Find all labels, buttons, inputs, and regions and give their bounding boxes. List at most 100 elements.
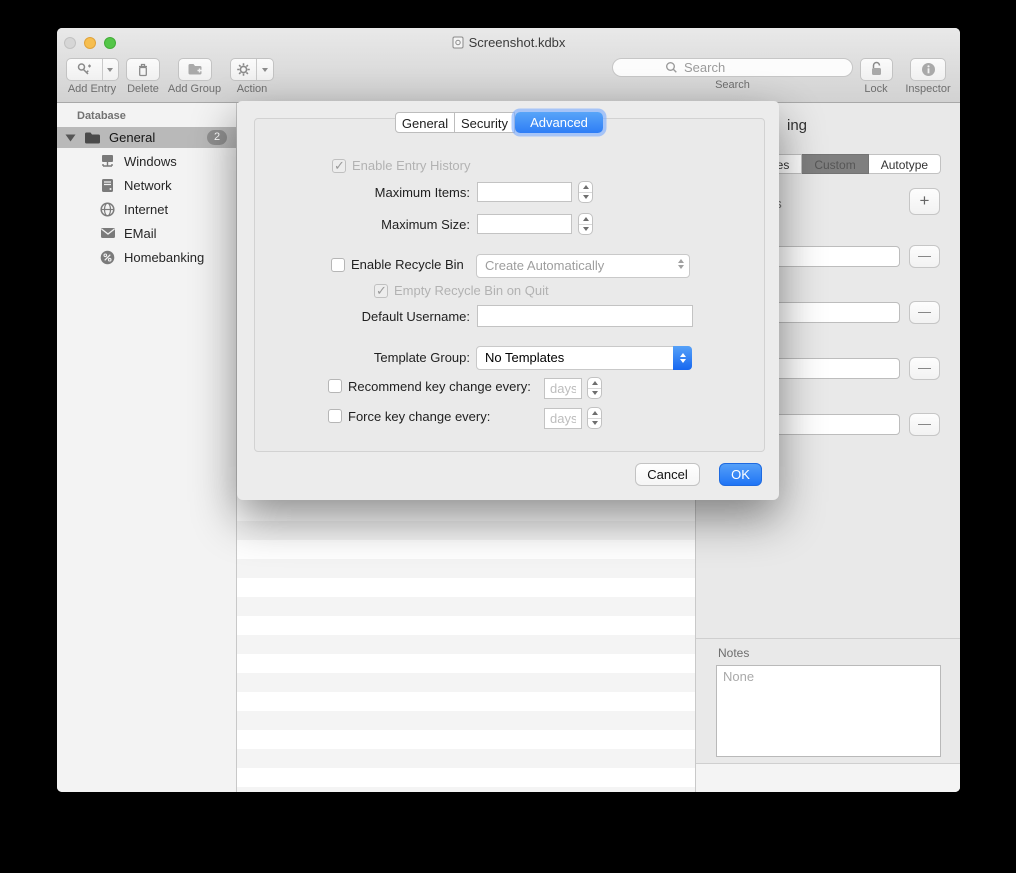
recommend-key-change-label: Recommend key change every: bbox=[348, 379, 531, 394]
template-group-popup[interactable]: No Templates bbox=[476, 346, 692, 370]
cancel-button[interactable]: Cancel bbox=[635, 463, 700, 486]
maximum-items-stepper[interactable] bbox=[578, 181, 593, 203]
tab-general[interactable]: General bbox=[395, 112, 455, 133]
maximum-items-label: Maximum Items: bbox=[297, 185, 470, 200]
sidebar-item-label: Internet bbox=[124, 202, 168, 217]
add-entry-label: Add Entry bbox=[63, 83, 121, 95]
notes-label: Notes bbox=[718, 646, 749, 660]
lock-button[interactable] bbox=[860, 58, 893, 81]
stepper-down-icon[interactable] bbox=[579, 224, 592, 234]
enable-recycle-bin-checkbox[interactable] bbox=[331, 258, 345, 272]
stepper-down-icon[interactable] bbox=[579, 192, 592, 202]
inspector-label: Inspector bbox=[904, 83, 952, 95]
remove-custom-field-button[interactable]: — bbox=[909, 245, 940, 268]
recommend-key-change-checkbox[interactable] bbox=[328, 379, 342, 393]
template-group-value: No Templates bbox=[485, 350, 564, 365]
maximum-items-input[interactable] bbox=[477, 182, 572, 202]
lock-toolbar-item: Lock bbox=[858, 58, 894, 95]
key-plus-icon bbox=[67, 59, 102, 80]
sidebar-item-label: EMail bbox=[124, 226, 157, 241]
add-entry-button[interactable] bbox=[66, 58, 119, 81]
sidebar-item-internet[interactable]: Internet bbox=[57, 197, 236, 221]
add-entry-dropdown[interactable] bbox=[102, 59, 118, 80]
popup-chevrons-icon bbox=[673, 346, 692, 370]
trash-icon bbox=[136, 62, 150, 77]
force-key-change-stepper[interactable] bbox=[587, 407, 602, 429]
action-toolbar-item: Action bbox=[229, 58, 275, 95]
recycle-bin-mode-value: Create Automatically bbox=[485, 258, 604, 273]
gear-icon bbox=[231, 59, 256, 80]
force-key-change-checkbox[interactable] bbox=[328, 409, 342, 423]
default-username-label: Default Username: bbox=[297, 309, 470, 324]
notes-divider bbox=[696, 638, 960, 639]
search-field[interactable] bbox=[612, 58, 853, 77]
sidebar: Database General 2 Windows Network bbox=[57, 103, 237, 792]
default-username-input[interactable] bbox=[477, 305, 693, 327]
sidebar-item-network[interactable]: Network bbox=[57, 173, 236, 197]
app-window: Screenshot.kdbx Add Entry Delete bbox=[57, 28, 960, 792]
search-toolbar-item: Search bbox=[612, 58, 853, 91]
tab-advanced[interactable]: Advanced bbox=[515, 112, 603, 133]
empty-recycle-bin-label: Empty Recycle Bin on Quit bbox=[394, 283, 549, 298]
add-group-label: Add Group bbox=[166, 83, 223, 95]
sidebar-item-label: Network bbox=[124, 178, 172, 193]
window-chrome: Screenshot.kdbx Add Entry Delete bbox=[57, 28, 960, 103]
ok-button[interactable]: OK bbox=[719, 463, 762, 486]
search-input[interactable] bbox=[682, 59, 846, 76]
search-label: Search bbox=[612, 79, 853, 91]
delete-label: Delete bbox=[123, 83, 163, 95]
enable-entry-history-checkbox[interactable] bbox=[332, 159, 346, 173]
server-icon bbox=[99, 178, 116, 193]
action-dropdown[interactable] bbox=[256, 59, 273, 80]
remove-custom-field-button[interactable]: — bbox=[909, 301, 940, 324]
recycle-bin-mode-popup[interactable]: Create Automatically bbox=[476, 254, 690, 278]
add-custom-field-button[interactable]: + bbox=[909, 188, 940, 215]
info-icon bbox=[921, 62, 936, 77]
recommend-key-change-days-input[interactable] bbox=[544, 378, 582, 399]
disclosure-triangle-icon[interactable] bbox=[66, 134, 76, 141]
sidebar-item-windows[interactable]: Windows bbox=[57, 149, 236, 173]
sidebar-item-email[interactable]: EMail bbox=[57, 221, 236, 245]
entry-list-stripes bbox=[237, 502, 695, 792]
stepper-down-icon[interactable] bbox=[588, 418, 601, 428]
document-icon bbox=[452, 36, 464, 49]
globe-icon bbox=[99, 202, 116, 217]
remove-custom-field-button[interactable]: — bbox=[909, 413, 940, 436]
folder-plus-icon bbox=[187, 62, 203, 76]
remove-custom-field-button[interactable]: — bbox=[909, 357, 940, 380]
add-entry-toolbar-item: Add Entry bbox=[63, 58, 121, 95]
percent-icon bbox=[99, 250, 116, 265]
add-group-toolbar-item: Add Group bbox=[166, 58, 223, 95]
inspector-footer bbox=[696, 763, 960, 792]
tab-security[interactable]: Security bbox=[455, 112, 515, 133]
maximum-size-input[interactable] bbox=[477, 214, 572, 234]
sidebar-item-general[interactable]: General 2 bbox=[57, 127, 236, 148]
settings-tabs: General Security Advanced bbox=[395, 112, 603, 133]
action-button[interactable] bbox=[230, 58, 274, 81]
inspector-title-fragment: ing bbox=[787, 117, 807, 134]
force-key-change-days-input[interactable] bbox=[544, 408, 582, 429]
sidebar-item-homebanking[interactable]: Homebanking bbox=[57, 245, 236, 269]
entry-count-badge: 2 bbox=[207, 130, 227, 145]
windows-network-icon bbox=[99, 154, 116, 168]
envelope-icon bbox=[99, 227, 116, 239]
enable-entry-history-label: Enable Entry History bbox=[352, 158, 471, 173]
inspector-button[interactable] bbox=[910, 58, 946, 81]
tab-custom[interactable]: Custom bbox=[802, 154, 868, 174]
notes-textarea[interactable] bbox=[716, 665, 941, 757]
force-key-change-label: Force key change every: bbox=[348, 409, 490, 424]
sidebar-item-label: General bbox=[109, 130, 155, 145]
chevron-down-icon bbox=[262, 68, 268, 72]
maximum-size-stepper[interactable] bbox=[578, 213, 593, 235]
action-label: Action bbox=[229, 83, 275, 95]
tab-autotype[interactable]: Autotype bbox=[869, 154, 941, 174]
add-group-button[interactable] bbox=[178, 58, 212, 81]
database-settings-dialog: General Security Advanced Enable Entry H… bbox=[237, 101, 779, 500]
stepper-down-icon[interactable] bbox=[588, 388, 601, 398]
inspector-tabs: Files Custom Autotype bbox=[751, 154, 941, 174]
empty-recycle-bin-checkbox[interactable] bbox=[374, 284, 388, 298]
maximum-size-label: Maximum Size: bbox=[297, 217, 470, 232]
delete-toolbar-item: Delete bbox=[123, 58, 163, 95]
recommend-key-change-stepper[interactable] bbox=[587, 377, 602, 399]
delete-button[interactable] bbox=[126, 58, 160, 81]
